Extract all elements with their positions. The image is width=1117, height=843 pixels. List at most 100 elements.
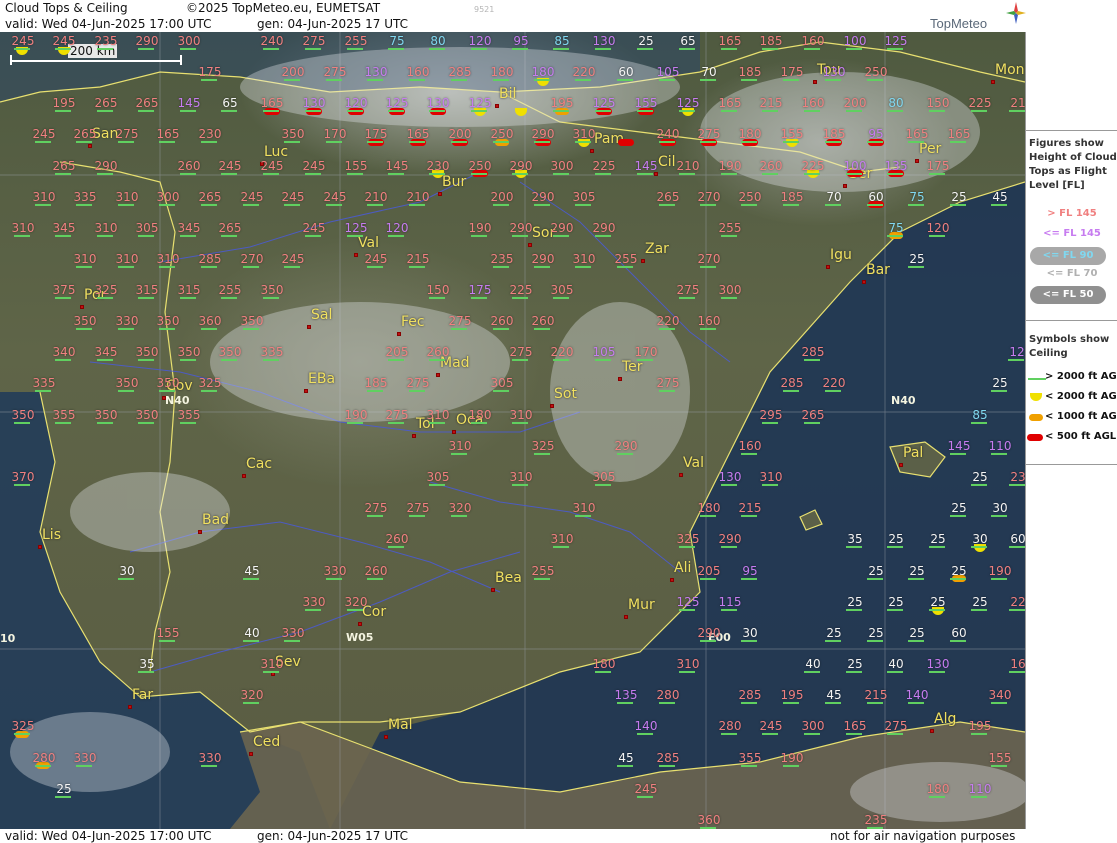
ceiling-high-marker [138,110,154,112]
city-dot [128,705,132,709]
city-label: Mal [388,717,413,733]
ceiling-high-marker [617,765,633,767]
topmeteo-logo[interactable]: TopMeteo [930,2,1026,32]
ceiling-high-marker [846,546,862,548]
cloud-top-label: 350 [240,314,264,328]
ceiling-high-marker [679,173,695,175]
footer-generated-time: gen: 04-Jun-2025 17 UTC [257,829,409,843]
cloud-top-label: 350 [115,376,139,390]
cloud-top-label: 255 [614,252,638,266]
cloud-top-label: 285 [656,751,680,765]
city-label: Far [132,687,154,703]
ceiling-high-marker [284,266,300,268]
cloud-top-label: 220 [572,65,596,79]
cloud-top-label: 275 [656,376,680,390]
cloud-top-label: 275 [406,376,430,390]
cloud-top-label: 225 [509,283,533,297]
ceiling-high-marker [512,173,528,175]
cloud-top-label: 310 [73,252,97,266]
cloud-top-label: 370 [11,470,35,484]
ceiling-high-marker [741,765,757,767]
cloud-top-label: 220 [656,314,680,328]
ceiling-high-marker [305,609,321,611]
city-dot [80,305,84,309]
ceiling-high-marker [118,578,134,580]
cloud-top-label: 155 [156,626,180,640]
ceiling-high-marker [97,173,113,175]
cloud-top-label: 200 [281,65,305,79]
cloud-top-label: 130 [592,34,616,48]
ceiling-high-marker [263,110,279,112]
cloud-top-label: 25 [972,470,988,484]
ceiling-high-marker [825,702,841,704]
cloud-top-label: 130 [302,96,326,110]
cloud-top-label: 45 [618,751,634,765]
cloud-top-label: 335 [73,190,97,204]
cloud-top-label: 355 [177,408,201,422]
copyright-text: ©2025 TopMeteo.eu, EUMETSAT [186,1,381,15]
cloud-top-label: 330 [198,751,222,765]
satellite-map[interactable]: 200 km BilTouMonSanPamLucBurCilPerGerVal… [0,32,1025,829]
cloud-top-label: 135 [614,688,638,702]
cloud-top-label: 25 [888,532,904,546]
ceiling-high-marker [180,297,196,299]
ceiling-high-marker [700,204,716,206]
ceiling-high-marker [929,671,945,673]
cloud-top-label: 125 [468,96,492,110]
cloud-top-label: 350 [94,408,118,422]
ceiling-high-marker [575,204,591,206]
cloud-top-label: 310 [156,252,180,266]
ceiling-high-marker [595,671,611,673]
cloud-top-label: 260 [426,345,450,359]
figures-legend-title: Figures show Height of Cloud Tops as Fli… [1029,138,1117,191]
cloud-top-label: 75 [909,190,925,204]
ceiling-high-marker [429,173,445,175]
cloud-top-label: 325 [94,283,118,297]
ceiling-high-marker [138,235,154,237]
cloud-top-label: 145 [634,159,658,173]
cloud-top-label: 175 [468,283,492,297]
ceiling-high-marker [159,328,175,330]
ceiling-high-marker [971,733,987,735]
cloud-top-label: 250 [864,65,888,79]
cloud-top-label: 245 [281,252,305,266]
city-label: Igu [830,247,852,263]
cloud-top-label: 290 [509,159,533,173]
cloud-top-label: 310 [32,190,56,204]
cloud-top-label: 30 [972,532,988,546]
ceiling-high-marker [243,640,259,642]
cloud-top-label: 180 [926,782,950,796]
cloud-top-label: 95 [742,564,758,578]
ceiling-high-marker [367,204,383,206]
cloud-top-label: 60 [1010,532,1025,546]
cloud-top-label: 235 [490,252,514,266]
ceiling-high-marker [867,141,883,143]
ceiling-high-marker [991,390,1007,392]
cloud-top-label: 335 [260,345,284,359]
cloud-top-label: 270 [240,252,264,266]
ceiling-high-marker [553,173,569,175]
generated-time: gen: 04-Jun-2025 17 UTC [257,17,409,31]
cloud-top-label: 350 [135,345,159,359]
ceiling-high-marker [991,578,1007,580]
cloud-top-label: 25 [909,626,925,640]
cloud-top-label: 245 [32,127,56,141]
cloud-top-label: 360 [198,314,222,328]
cloud-top-label: 270 [697,190,721,204]
city-dot [862,280,866,284]
ceiling-high-marker [762,484,778,486]
cloud-top-label: 180 [468,408,492,422]
cloud-top-label: 250 [490,127,514,141]
cloud-top-label: 95 [868,127,884,141]
ceiling-high-marker [221,359,237,361]
ceiling-high-marker [825,390,841,392]
distance-scale-bar: 200 km [10,44,182,65]
ceiling-high-marker [512,359,528,361]
cloud-top-label: 340 [988,688,1012,702]
cloud-top-label: 110 [968,782,992,796]
footer-disclaimer: not for air navigation purposes [830,829,1016,843]
cloud-top-label: 350 [218,345,242,359]
ceiling-high-marker [867,79,883,81]
cloud-top-label: 25 [992,376,1008,390]
ceiling-high-marker [243,204,259,206]
